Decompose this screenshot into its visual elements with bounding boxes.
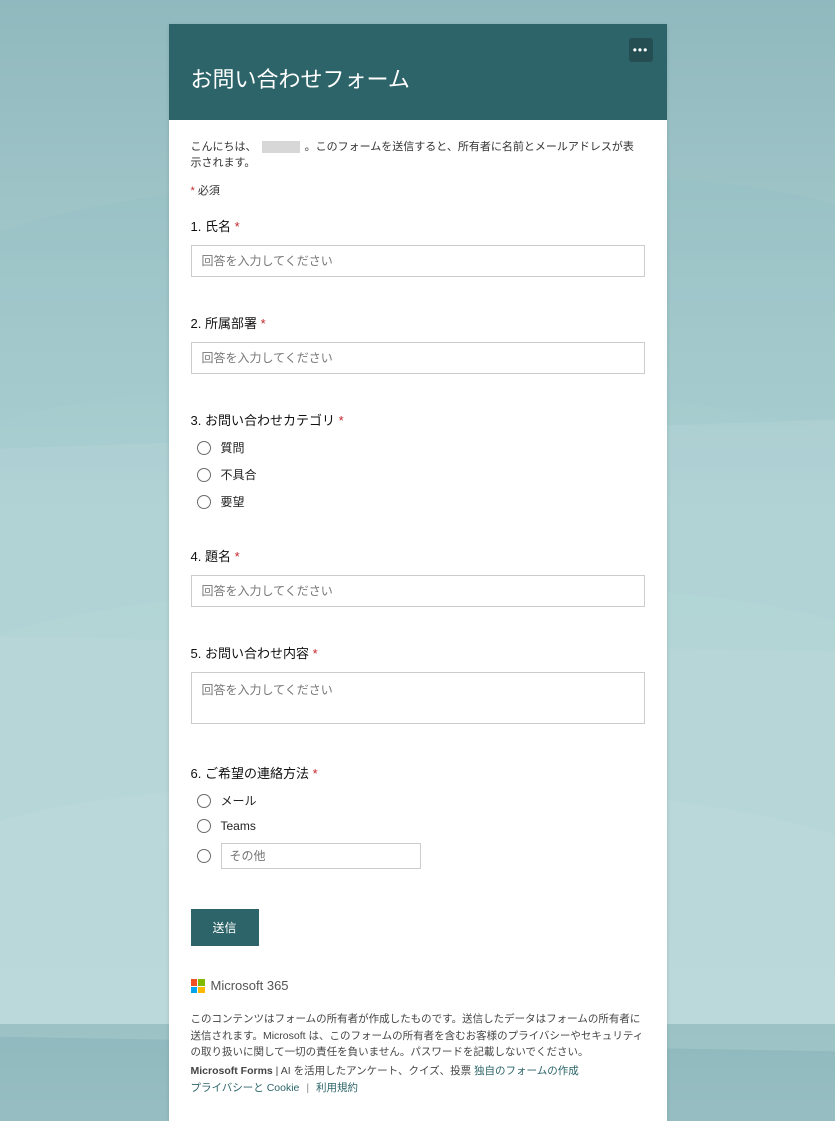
intro-text: こんにちは、 。このフォームを送信すると、所有者に名前とメールアドレスが表示され… [191,138,645,170]
more-options-button[interactable]: ••• [629,38,653,62]
intro-greeting-prefix: こんにちは、 [191,141,257,153]
radio-icon [197,819,211,833]
other-text-input[interactable] [221,843,421,869]
microsoft-logo-icon [191,979,205,993]
radio-label: 要望 [221,493,245,510]
name-input[interactable] [191,245,645,277]
privacy-link[interactable]: プライバシーと Cookie [191,1082,300,1094]
question-subject: 4. 題名 * [191,546,645,607]
intro-greeting-suffix: 。このフォームを送信すると、所有者に名前とメールアドレスが表示されます。 [191,141,634,169]
subject-input[interactable] [191,575,645,607]
footer: Microsoft 365 このコンテンツはフォームの所有者が作成したものです。… [191,976,645,1097]
submit-button[interactable]: 送信 [191,909,259,946]
radio-label: メール [221,792,257,809]
question-label: 6. ご希望の連絡方法 * [191,763,645,782]
question-label: 1. 氏名 * [191,216,645,235]
forms-brand: Microsoft Forms [191,1065,273,1077]
question-contact-method: 6. ご希望の連絡方法 * メール Teams [191,763,645,869]
required-note: * 必須 [191,182,645,198]
radio-icon [197,794,211,808]
terms-link[interactable]: 利用規約 [316,1082,358,1094]
asterisk-icon: * [313,766,318,781]
form-header: ••• お問い合わせフォーム [169,24,667,120]
asterisk-icon: * [261,316,266,331]
radio-label: Teams [221,819,256,833]
required-label: 必須 [198,185,220,197]
question-category: 3. お問い合わせカテゴリ * 質問 不具合 要望 [191,410,645,510]
radio-icon [197,495,211,509]
separator: | [306,1082,309,1094]
radio-option-teams[interactable]: Teams [197,819,645,833]
question-label: 2. 所属部署 * [191,313,645,332]
form-body: こんにちは、 。このフォームを送信すると、所有者に名前とメールアドレスが表示され… [169,120,667,1121]
radio-icon [197,849,211,863]
disclaimer-text: このコンテンツはフォームの所有者が作成したものです。送信したデータはフォームの所… [191,1011,645,1061]
radio-option-other[interactable] [197,843,645,869]
asterisk-icon: * [235,219,240,234]
create-form-link[interactable]: 独自のフォームの作成 [474,1065,579,1077]
radio-option-question[interactable]: 質問 [197,439,645,456]
question-content: 5. お問い合わせ内容 * [191,643,645,727]
question-department: 2. 所属部署 * [191,313,645,374]
radio-option-bug[interactable]: 不具合 [197,466,645,483]
radio-icon [197,441,211,455]
question-label: 5. お問い合わせ内容 * [191,643,645,662]
content-textarea[interactable] [191,672,645,724]
question-label: 3. お問い合わせカテゴリ * [191,410,645,429]
asterisk-icon: * [313,646,318,661]
asterisk-icon: * [339,413,344,428]
forms-desc: | AI を活用したアンケート、クイズ、投票 [273,1065,474,1077]
radio-icon [197,468,211,482]
asterisk-icon: * [191,185,195,197]
radio-label: 質問 [221,439,245,456]
department-input[interactable] [191,342,645,374]
asterisk-icon: * [235,549,240,564]
microsoft-365-brand: Microsoft 365 [191,976,645,997]
form-title: お問い合わせフォーム [191,62,645,94]
redacted-name [262,141,300,153]
radio-option-mail[interactable]: メール [197,792,645,809]
question-label: 4. 題名 * [191,546,645,565]
question-name: 1. 氏名 * [191,216,645,277]
radio-option-request[interactable]: 要望 [197,493,645,510]
forms-promo-line: Microsoft Forms | AI を活用したアンケート、クイズ、投票 独… [191,1063,645,1080]
ellipsis-icon: ••• [633,44,649,56]
footer-links: プライバシーと Cookie | 利用規約 [191,1080,645,1097]
form-card: ••• お問い合わせフォーム こんにちは、 。このフォームを送信すると、所有者に… [169,24,667,1121]
brand-text: Microsoft 365 [211,976,289,997]
radio-label: 不具合 [221,466,257,483]
